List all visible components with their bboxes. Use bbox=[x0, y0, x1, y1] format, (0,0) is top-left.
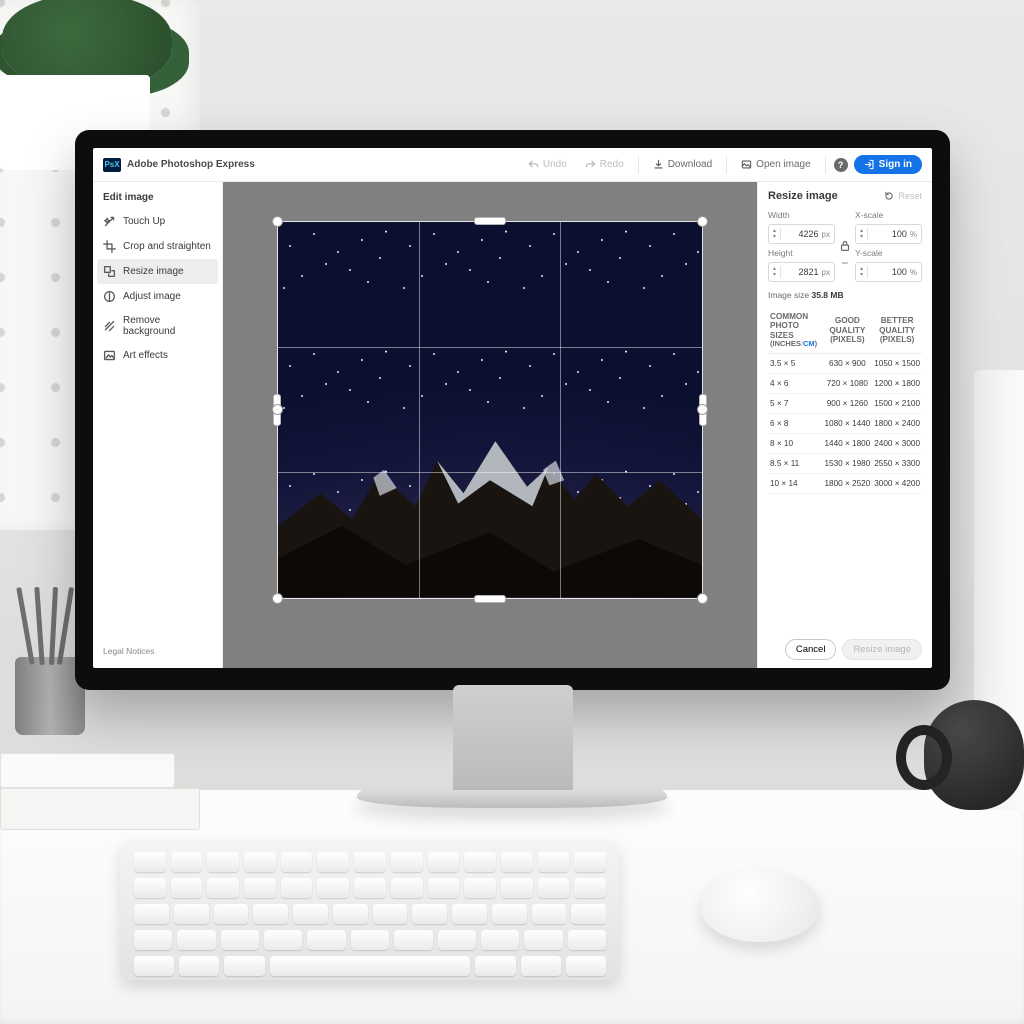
download-icon bbox=[653, 159, 664, 170]
xscale-unit: % bbox=[910, 230, 921, 239]
sidebar-item-label: Touch Up bbox=[123, 216, 165, 227]
remove-bg-icon bbox=[103, 320, 116, 333]
grid-line bbox=[419, 222, 420, 598]
crop-icon bbox=[103, 240, 116, 253]
reset-icon bbox=[884, 191, 894, 201]
sidebar-item-resize[interactable]: Resize image bbox=[97, 259, 218, 284]
reset-label: Reset bbox=[898, 191, 922, 201]
sidebar-item-label: Crop and straighten bbox=[123, 241, 211, 252]
app-window: PsX Adobe Photoshop Express Undo Redo Do… bbox=[93, 148, 932, 668]
size-preset-row[interactable]: 5 × 7900 × 12601500 × 2100 bbox=[768, 393, 922, 413]
sidebar-item-label: Remove background bbox=[123, 315, 212, 337]
adjust-icon bbox=[103, 290, 116, 303]
sidebar-item-art-effects[interactable]: Art effects bbox=[93, 343, 222, 368]
resize-icon bbox=[103, 265, 116, 278]
resize-handle-tl[interactable] bbox=[272, 216, 283, 227]
resize-handle-br[interactable] bbox=[697, 593, 708, 604]
width-input[interactable]: ▴▾ 4226 px bbox=[768, 224, 835, 244]
open-image-icon bbox=[741, 159, 752, 170]
redo-label: Redo bbox=[600, 159, 624, 170]
width-unit: px bbox=[822, 230, 834, 239]
resize-handle-mr[interactable] bbox=[697, 404, 708, 415]
redo-icon bbox=[585, 159, 596, 170]
width-value: 4226 bbox=[781, 229, 822, 239]
download-button[interactable]: Download bbox=[647, 156, 718, 173]
yscale-value: 100 bbox=[868, 267, 910, 277]
resize-edge-top[interactable] bbox=[474, 217, 506, 225]
download-label: Download bbox=[668, 159, 712, 170]
undo-button[interactable]: Undo bbox=[522, 156, 573, 173]
undo-icon bbox=[528, 159, 539, 170]
image-content bbox=[278, 222, 702, 598]
legal-notices-link[interactable]: Legal Notices bbox=[93, 640, 222, 662]
app-title: Adobe Photoshop Express bbox=[127, 159, 255, 170]
resize-handle-tr[interactable] bbox=[697, 216, 708, 227]
touch-up-icon bbox=[103, 215, 116, 228]
sign-in-label: Sign in bbox=[879, 159, 912, 170]
app-logo-icon: PsX bbox=[103, 158, 121, 172]
xscale-value: 100 bbox=[868, 229, 910, 239]
grid-line bbox=[278, 347, 702, 348]
size-preset-row[interactable]: 8 × 101440 × 18002400 × 3000 bbox=[768, 433, 922, 453]
apply-resize-button[interactable]: Resize image bbox=[842, 639, 922, 660]
art-effects-icon bbox=[103, 349, 116, 362]
height-value: 2821 bbox=[781, 267, 822, 277]
yscale-label: Y-scale bbox=[855, 248, 922, 258]
unit-toggle-cm[interactable]: CM bbox=[803, 339, 815, 348]
width-label: Width bbox=[768, 210, 835, 220]
height-input[interactable]: ▴▾ 2821 px bbox=[768, 262, 835, 282]
resize-panel: Resize image Reset Width X-scale bbox=[757, 182, 932, 668]
cancel-button[interactable]: Cancel bbox=[785, 639, 837, 660]
stepper-icon[interactable]: ▴▾ bbox=[856, 228, 868, 240]
reset-button[interactable]: Reset bbox=[884, 191, 922, 201]
help-button[interactable]: ? bbox=[834, 158, 848, 172]
canvas[interactable] bbox=[223, 182, 757, 668]
sidebar-item-label: Resize image bbox=[123, 266, 184, 277]
resize-handle-ml[interactable] bbox=[272, 404, 283, 415]
size-preset-row[interactable]: 8.5 × 111530 × 19802550 × 3300 bbox=[768, 453, 922, 473]
grid-line bbox=[278, 472, 702, 473]
open-image-button[interactable]: Open image bbox=[735, 156, 816, 173]
size-preset-row[interactable]: 3.5 × 5630 × 9001050 × 1500 bbox=[768, 353, 922, 373]
image-size-readout: Image size 35.8 MB bbox=[768, 290, 922, 300]
size-presets-table: COMMON PHOTO SIZES (INCHES/CM) GOOD QUAL… bbox=[768, 308, 922, 494]
height-unit: px bbox=[822, 268, 834, 277]
size-preset-row[interactable]: 4 × 6720 × 10801200 × 1800 bbox=[768, 373, 922, 393]
sidebar-heading: Edit image bbox=[93, 190, 222, 209]
resize-edge-bottom[interactable] bbox=[474, 595, 506, 603]
stepper-icon[interactable]: ▴▾ bbox=[856, 266, 868, 278]
sidebar-item-adjust[interactable]: Adjust image bbox=[93, 284, 222, 309]
size-preset-row[interactable]: 10 × 141800 × 25203000 × 4200 bbox=[768, 473, 922, 493]
sidebar: Edit image Touch Up Crop and straighten … bbox=[93, 182, 223, 668]
sign-in-button[interactable]: Sign in bbox=[854, 155, 922, 174]
xscale-input[interactable]: ▴▾ 100 % bbox=[855, 224, 922, 244]
stepper-icon[interactable]: ▴▾ bbox=[769, 228, 781, 240]
height-label: Height bbox=[768, 248, 835, 258]
resize-handle-bl[interactable] bbox=[272, 593, 283, 604]
undo-label: Undo bbox=[543, 159, 567, 170]
grid-line bbox=[560, 222, 561, 598]
redo-button[interactable]: Redo bbox=[579, 156, 630, 173]
stepper-icon[interactable]: ▴▾ bbox=[769, 266, 781, 278]
yscale-input[interactable]: ▴▾ 100 % bbox=[855, 262, 922, 282]
size-preset-row[interactable]: 6 × 81080 × 14401800 × 2400 bbox=[768, 413, 922, 433]
xscale-label: X-scale bbox=[855, 210, 922, 220]
sidebar-item-crop[interactable]: Crop and straighten bbox=[93, 234, 222, 259]
col-better-quality: BETTER QUALITY (PIXELS) bbox=[872, 308, 922, 353]
panel-title: Resize image bbox=[768, 190, 838, 202]
aspect-lock-toggle[interactable] bbox=[838, 239, 852, 253]
sidebar-item-label: Adjust image bbox=[123, 291, 181, 302]
col-good-quality: GOOD QUALITY (PIXELS) bbox=[822, 308, 872, 353]
topbar: PsX Adobe Photoshop Express Undo Redo Do… bbox=[93, 148, 932, 182]
sidebar-item-remove-bg[interactable]: Remove background bbox=[93, 309, 222, 343]
open-image-label: Open image bbox=[756, 159, 810, 170]
sidebar-item-touch-up[interactable]: Touch Up bbox=[93, 209, 222, 234]
yscale-unit: % bbox=[910, 268, 921, 277]
image-artboard[interactable] bbox=[278, 222, 702, 598]
sign-in-icon bbox=[864, 159, 875, 170]
col-common-sizes: COMMON PHOTO SIZES (INCHES/CM) bbox=[768, 308, 822, 353]
sidebar-item-label: Art effects bbox=[123, 350, 168, 361]
